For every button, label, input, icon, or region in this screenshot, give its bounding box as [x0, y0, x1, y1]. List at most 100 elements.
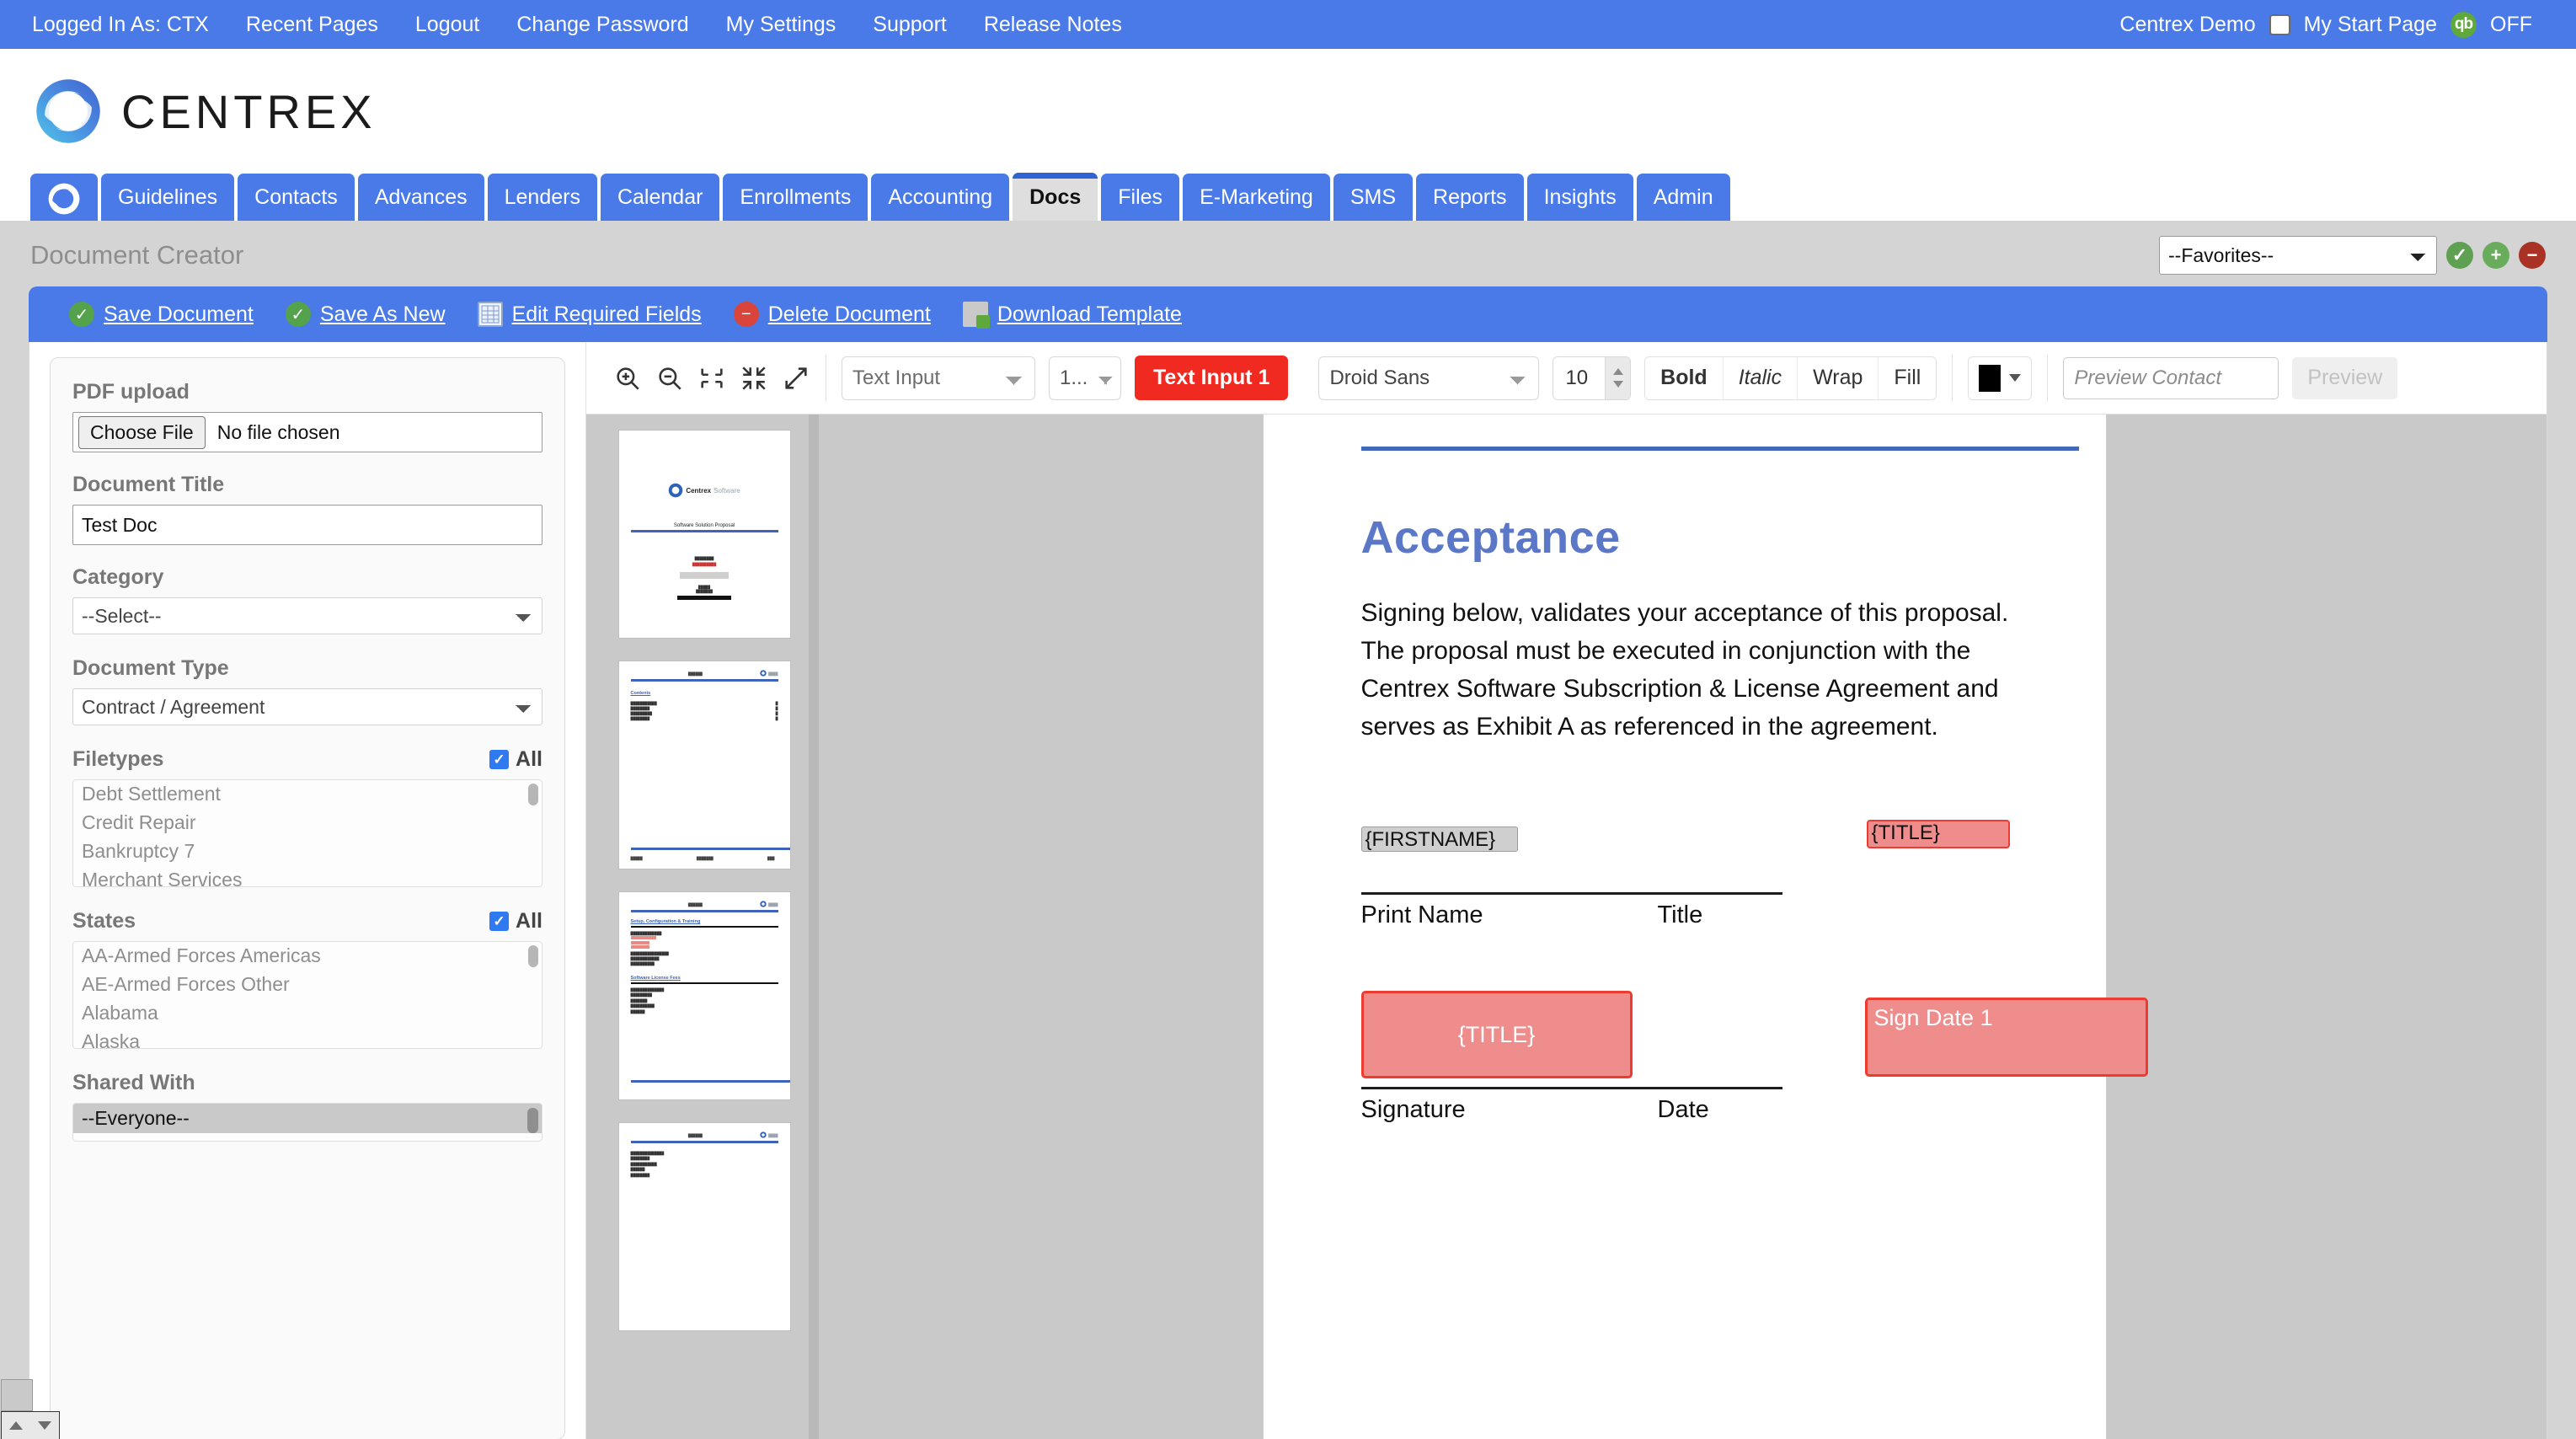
- list-item[interactable]: Debt Settlement: [73, 780, 542, 809]
- text-color-picker[interactable]: [1968, 356, 2033, 400]
- nav-home-tab[interactable]: [30, 174, 98, 221]
- filetypes-label: Filetypes: [72, 747, 164, 771]
- support-link[interactable]: Support: [873, 13, 947, 37]
- font-family-select[interactable]: Droid Sans: [1318, 356, 1540, 400]
- logout-link[interactable]: Logout: [415, 13, 479, 37]
- bold-button[interactable]: Bold: [1645, 356, 1724, 399]
- collapse-icon[interactable]: [740, 364, 768, 393]
- states-all-toggle[interactable]: ✓ All: [489, 909, 542, 933]
- logo-wrap[interactable]: CENTREX: [34, 77, 377, 146]
- nav-tab-calendar[interactable]: Calendar: [600, 173, 720, 221]
- list-item[interactable]: Alabama: [73, 999, 542, 1028]
- page-scroll-controls[interactable]: [1, 1379, 60, 1439]
- nav-tab-contacts[interactable]: Contacts: [238, 173, 355, 221]
- field-signature[interactable]: {TITLE}: [1360, 991, 1633, 1078]
- edit-required-fields-button[interactable]: Edit Required Fields: [477, 302, 702, 327]
- spin-down-icon[interactable]: [1612, 381, 1623, 388]
- nav-tab-e-marketing[interactable]: E-Marketing: [1183, 173, 1330, 221]
- nav-tab-reports[interactable]: Reports: [1416, 173, 1524, 221]
- field-firstname[interactable]: {FIRSTNAME}: [1360, 826, 1518, 852]
- scroll-track[interactable]: [1, 1379, 33, 1411]
- shared-with-scrollbar-thumb[interactable]: [527, 1108, 538, 1133]
- pdf-upload-field[interactable]: Choose File No file chosen: [72, 412, 542, 452]
- filetypes-scrollbar-thumb[interactable]: [528, 784, 538, 805]
- preview-button[interactable]: Preview: [2292, 356, 2398, 399]
- zoom-out-icon[interactable]: [655, 364, 684, 393]
- page-thumbnail-2[interactable]: ██████ ████ Contents ███████████ █ ██████…: [617, 661, 791, 869]
- nav-tab-accounting[interactable]: Accounting: [871, 173, 1010, 221]
- release-notes-link[interactable]: Release Notes: [984, 13, 1122, 37]
- save-as-new-button[interactable]: ✓ Save As New: [285, 302, 446, 327]
- list-item[interactable]: AA-Armed Forces Americas: [73, 942, 542, 971]
- active-field-chip[interactable]: Text Input 1: [1135, 356, 1289, 400]
- document-action-bar: ✓ Save Document ✓ Save As New Edit Requi…: [29, 286, 2547, 342]
- nav-tab-files[interactable]: Files: [1101, 173, 1180, 221]
- nav-tab-admin[interactable]: Admin: [1636, 173, 1730, 221]
- list-item[interactable]: Bankruptcy 7: [73, 837, 542, 866]
- delete-document-button[interactable]: − Delete Document: [733, 302, 931, 327]
- my-start-page-label[interactable]: My Start Page: [2304, 13, 2437, 37]
- list-item[interactable]: Credit Repair: [73, 809, 542, 837]
- change-password-link[interactable]: Change Password: [516, 13, 688, 37]
- page-thumbnail-1[interactable]: Centrex Software Software Solution Propos…: [617, 430, 791, 639]
- expand-icon[interactable]: [782, 364, 810, 393]
- states-listbox[interactable]: AA-Armed Forces Americas AE-Armed Forces…: [72, 941, 542, 1049]
- category-select[interactable]: --Select--: [72, 597, 542, 634]
- favorites-select[interactable]: --Favorites--: [2159, 236, 2437, 275]
- wrap-button[interactable]: Wrap: [1798, 356, 1879, 399]
- nav-tab-lenders[interactable]: Lenders: [487, 173, 597, 221]
- thumbnail-scrollbar[interactable]: [809, 415, 819, 1439]
- chevron-down-icon[interactable]: [2009, 374, 2022, 382]
- field-title-inline[interactable]: {TITLE}: [1866, 820, 2010, 848]
- font-size-value[interactable]: 10: [1553, 356, 1606, 399]
- nav-tab-sms[interactable]: SMS: [1333, 173, 1414, 221]
- document-page[interactable]: Acceptance Signing below, validates your…: [1263, 415, 2148, 1439]
- nav-tab-advances[interactable]: Advances: [357, 173, 484, 221]
- preview-contact-input[interactable]: [2063, 356, 2279, 399]
- nav-tab-insights[interactable]: Insights: [1526, 173, 1633, 221]
- favorites-apply-check-icon[interactable]: ✓: [2446, 242, 2473, 269]
- states-scrollbar-thumb[interactable]: [528, 945, 538, 967]
- top-utility-account: Centrex Demo My Start Page qb OFF: [2119, 11, 2532, 38]
- font-size-spin-buttons[interactable]: [1605, 356, 1631, 399]
- list-item[interactable]: AE-Armed Forces Other: [73, 971, 542, 999]
- document-type-select[interactable]: Contract / Agreement: [72, 688, 542, 725]
- my-settings-link[interactable]: My Settings: [726, 13, 836, 37]
- page-thumbnail-4[interactable]: ██████ ████ ██████████████ ████████ ████…: [617, 1122, 791, 1331]
- start-page-checkbox[interactable]: [2269, 13, 2290, 35]
- recent-pages-link[interactable]: Recent Pages: [246, 13, 378, 37]
- scroll-down-icon[interactable]: [38, 1421, 51, 1430]
- nav-tab-enrollments[interactable]: Enrollments: [723, 173, 868, 221]
- logged-in-as-label[interactable]: Logged In As: CTX: [32, 13, 209, 37]
- field-index-select[interactable]: 1...: [1049, 356, 1121, 400]
- fit-width-icon[interactable]: [697, 364, 726, 393]
- scroll-step-buttons[interactable]: [1, 1411, 60, 1439]
- favorites-add-icon[interactable]: +: [2482, 242, 2509, 269]
- color-swatch[interactable]: [1979, 364, 2001, 392]
- zoom-in-icon[interactable]: [613, 364, 642, 393]
- field-type-select[interactable]: Text Input: [842, 356, 1035, 400]
- page-thumbnail-3[interactable]: ██████ ████ Setup, Configuration & Train…: [617, 891, 791, 1100]
- list-item[interactable]: Alaska: [73, 1028, 542, 1048]
- font-size-stepper[interactable]: 10: [1553, 356, 1632, 400]
- document-canvas[interactable]: Acceptance Signing below, validates your…: [822, 415, 2547, 1439]
- quickbooks-status-label: OFF: [2490, 12, 2532, 36]
- spin-up-icon[interactable]: [1612, 368, 1623, 375]
- download-template-button[interactable]: Download Template: [962, 302, 1182, 329]
- fill-button[interactable]: Fill: [1879, 356, 1937, 399]
- quickbooks-icon[interactable]: qb: [2450, 11, 2477, 38]
- scroll-up-icon[interactable]: [9, 1421, 23, 1430]
- nav-tab-docs[interactable]: Docs: [1013, 172, 1098, 221]
- filetypes-listbox[interactable]: Debt Settlement Credit Repair Bankruptcy…: [72, 779, 542, 887]
- favorites-remove-icon[interactable]: −: [2519, 242, 2546, 269]
- list-item[interactable]: --Everyone--: [73, 1104, 542, 1133]
- shared-with-listbox[interactable]: --Everyone--: [72, 1103, 542, 1142]
- save-document-button[interactable]: ✓ Save Document: [69, 302, 254, 327]
- choose-file-button[interactable]: Choose File: [78, 415, 206, 449]
- nav-tab-guidelines[interactable]: Guidelines: [101, 173, 235, 221]
- italic-button[interactable]: Italic: [1723, 356, 1798, 399]
- field-sign-date[interactable]: Sign Date 1: [1864, 998, 2148, 1077]
- list-item[interactable]: Merchant Services: [73, 866, 542, 886]
- filetypes-all-toggle[interactable]: ✓ All: [489, 747, 542, 772]
- document-title-input[interactable]: [72, 505, 542, 545]
